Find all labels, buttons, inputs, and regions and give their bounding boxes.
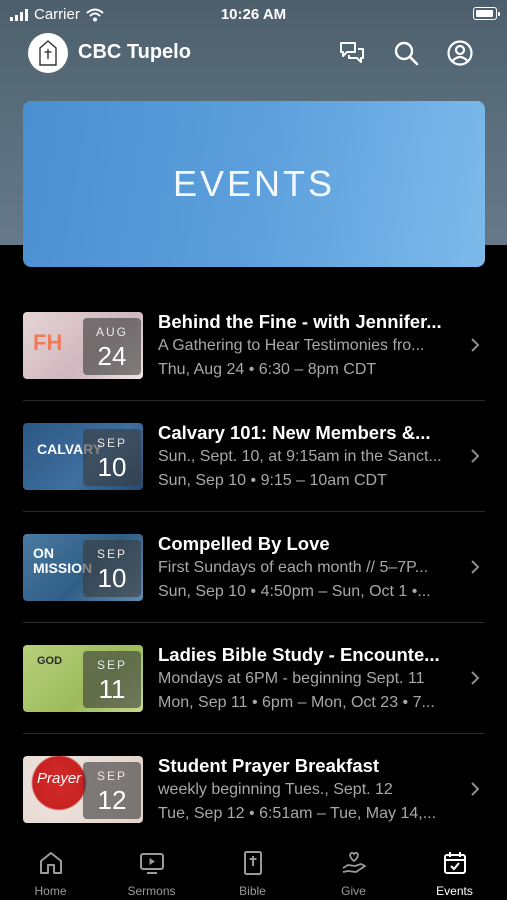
event-list: FH AUG 24 Behind the Fine - with Jennife…: [0, 300, 507, 855]
event-row[interactable]: FH AUG 24 Behind the Fine - with Jennife…: [0, 300, 507, 411]
tab-label: Home: [34, 884, 67, 898]
date-month: SEP: [96, 658, 127, 672]
row-divider: [23, 622, 485, 623]
event-subtitle: weekly beginning Tues., Sept. 12: [158, 781, 393, 798]
event-title: Student Prayer Breakfast: [158, 755, 380, 776]
event-title: Behind the Fine - with Jennifer...: [158, 311, 442, 332]
tab-label: Sermons: [127, 884, 176, 898]
events-banner: EVENTS: [23, 101, 485, 267]
event-row[interactable]: GOD SEP 11 Ladies Bible Study - Encounte…: [0, 633, 507, 744]
date-month: AUG: [95, 325, 128, 339]
date-badge: SEP 12: [83, 762, 141, 819]
bottom-tab-bar: Home Sermons Bible Give Events: [0, 830, 507, 900]
church-logo[interactable]: [28, 33, 68, 73]
tab-label: Events: [436, 884, 473, 898]
tab-home[interactable]: Home: [0, 830, 101, 900]
event-row[interactable]: ON MISSION SEP 10 Compelled By Love Firs…: [0, 522, 507, 633]
event-subtitle: First Sundays of each month // 5–7P...: [158, 559, 429, 576]
date-month: SEP: [96, 436, 127, 450]
event-datetime: Sun, Sep 10 • 9:15 – 10am CDT: [158, 472, 387, 489]
chevron-right-icon: [471, 338, 480, 352]
event-title: Ladies Bible Study - Encounte...: [158, 644, 440, 665]
date-day: 11: [98, 674, 126, 704]
tab-events[interactable]: Events: [404, 830, 505, 900]
event-subtitle: Mondays at 6PM - beginning Sept. 11: [158, 670, 425, 687]
tab-bible[interactable]: Bible: [202, 830, 303, 900]
tab-label: Give: [341, 884, 366, 898]
event-thumbnail: FH AUG 24: [23, 312, 143, 379]
event-thumbnail: ON MISSION SEP 10: [23, 534, 143, 601]
row-divider: [23, 733, 485, 734]
app-header: CBC Tupelo: [0, 30, 507, 78]
date-badge: SEP 11: [83, 651, 141, 708]
chevron-right-icon: [471, 449, 480, 463]
date-day: 10: [97, 452, 127, 482]
event-subtitle: Sun., Sept. 10, at 9:15am in the Sanct..…: [158, 448, 442, 465]
profile-icon[interactable]: [446, 39, 474, 67]
date-month: SEP: [96, 547, 127, 561]
event-title: Compelled By Love: [158, 533, 330, 554]
event-title: Calvary 101: New Members &...: [158, 422, 431, 443]
date-month: SEP: [96, 769, 127, 783]
thumbnail-art-text: FH: [33, 330, 63, 355]
thumbnail-art-text: Prayer: [37, 770, 82, 787]
banner-title: EVENTS: [172, 163, 336, 204]
tab-sermons[interactable]: Sermons: [101, 830, 202, 900]
event-datetime: Tue, Sep 12 • 6:51am – Tue, May 14,...: [158, 805, 437, 822]
event-datetime: Thu, Aug 24 • 6:30 – 8pm CDT: [158, 361, 377, 378]
tv-icon: [139, 853, 164, 874]
status-bar: Carrier 10:26 AM: [0, 0, 507, 30]
event-datetime: Mon, Sep 11 • 6pm – Mon, Oct 23 • 7...: [158, 694, 435, 711]
date-badge: AUG 24: [83, 318, 141, 375]
church-logo-icon: [39, 40, 57, 66]
status-time: 10:26 AM: [220, 6, 287, 23]
chevron-right-icon: [471, 560, 480, 574]
event-subtitle: A Gathering to Hear Testimonies fro...: [158, 337, 425, 354]
app-title: CBC Tupelo: [78, 41, 191, 63]
date-day: 24: [97, 341, 127, 371]
tab-give[interactable]: Give: [303, 830, 404, 900]
date-badge: SEP 10: [83, 429, 141, 486]
date-badge: SEP 10: [83, 540, 141, 597]
tab-label: Bible: [239, 884, 266, 898]
chat-icon[interactable]: [338, 39, 366, 67]
chevron-right-icon: [471, 782, 480, 796]
event-thumbnail: CALVARY SEP 10: [23, 423, 143, 490]
battery-icon: [473, 7, 500, 20]
search-icon[interactable]: [392, 39, 420, 67]
row-divider: [23, 400, 485, 401]
event-row[interactable]: CALVARY SEP 10 Calvary 101: New Members …: [0, 411, 507, 522]
chevron-right-icon: [471, 671, 480, 685]
calendar-icon: [443, 852, 466, 874]
event-datetime: Sun, Sep 10 • 4:50pm – Sun, Oct 1 •...: [158, 583, 431, 600]
give-icon: [342, 852, 366, 873]
thumbnail-art-text: GOD: [37, 655, 63, 667]
bible-icon: [243, 851, 262, 875]
row-divider: [23, 511, 485, 512]
date-day: 12: [97, 785, 127, 815]
date-day: 10: [97, 563, 127, 593]
event-thumbnail: Prayer SEP 12: [23, 756, 143, 823]
home-icon: [39, 852, 62, 874]
event-thumbnail: GOD SEP 11: [23, 645, 143, 712]
